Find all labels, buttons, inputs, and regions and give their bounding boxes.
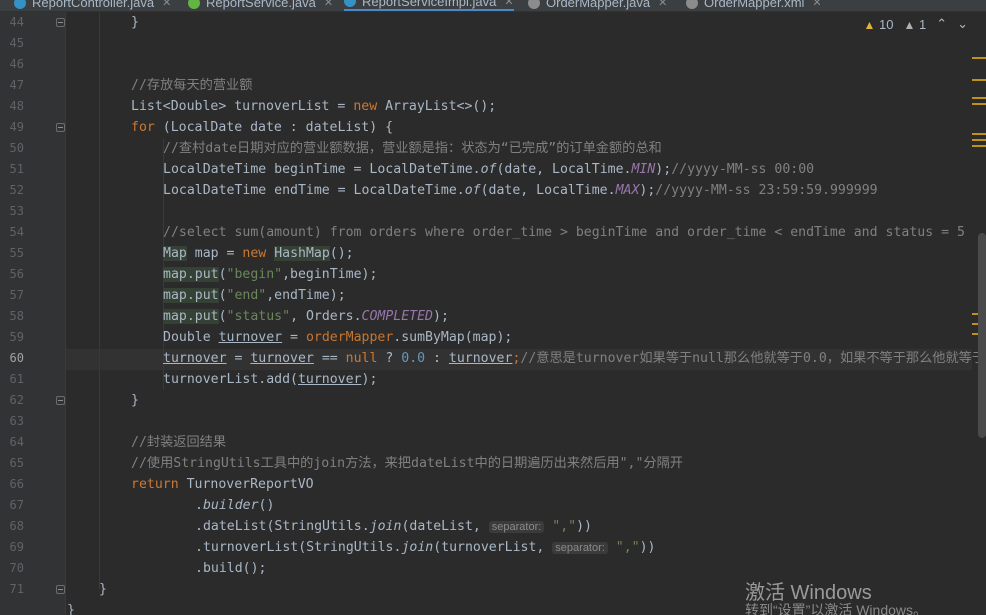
xml-file-icon	[686, 0, 698, 9]
line-number-gutter[interactable]: 44 45 46 47 48 49 50 51 52 53 54 55 56 5…	[0, 12, 66, 615]
tab-reportservice[interactable]: ReportService.java ✕	[188, 0, 333, 11]
line-number: 69	[9, 540, 24, 554]
warnings-indicator[interactable]: ▲ 10	[863, 17, 893, 32]
line-number: 48	[9, 99, 24, 113]
parameter-hint: separator:	[488, 521, 545, 533]
warning-stripe-marker[interactable]	[972, 139, 986, 141]
warning-stripe-marker[interactable]	[972, 145, 986, 147]
editor-tab-bar: ReportController.java ✕ ReportService.ja…	[0, 0, 986, 12]
line-number: 58	[9, 309, 24, 323]
line-number: 44	[9, 15, 24, 29]
tab-label: OrderMapper.xml	[704, 0, 805, 10]
code-line-67: .builder()	[195, 498, 275, 513]
code-line-47: //存放每天的营业额	[131, 78, 253, 93]
code-line-68: .dateList(StringUtils.join(dateList, sep…	[195, 519, 592, 534]
code-line-70: .build();	[195, 561, 267, 576]
line-number: 61	[9, 372, 24, 386]
line-number: 67	[9, 498, 24, 512]
java-interface-icon	[188, 0, 200, 9]
line-number: 54	[9, 225, 24, 239]
code-line-56: map.put("begin",beginTime);	[163, 267, 378, 282]
code-line-65: //使用StringUtils工具中的join方法，来把dateList中的日期…	[131, 456, 683, 471]
line-number: 71	[9, 582, 24, 596]
line-number: 63	[9, 414, 24, 428]
code-line-69: .turnoverList(StringUtils.join(turnoverL…	[195, 540, 656, 555]
vertical-scrollbar-thumb[interactable]	[978, 233, 986, 438]
tab-ordermapper-xml[interactable]: OrderMapper.xml ✕	[686, 0, 822, 11]
weak-warnings-indicator[interactable]: ▲ 1	[903, 17, 926, 32]
code-line-60: turnover = turnover == null ? 0.0 : turn…	[163, 351, 986, 366]
line-number: 50	[9, 141, 24, 155]
code-line-57: map.put("end",endTime);	[163, 288, 346, 303]
code-line-64: //封装返回结果	[131, 435, 227, 450]
java-interface-icon	[528, 0, 540, 9]
fold-marker-icon[interactable]	[56, 18, 65, 27]
close-icon[interactable]: ✕	[812, 0, 821, 9]
line-number: 45	[9, 36, 24, 50]
weak-warning-icon: ▲	[903, 17, 916, 32]
fold-marker-icon[interactable]	[56, 396, 65, 405]
line-number: 52	[9, 183, 24, 197]
line-number: 46	[9, 57, 24, 71]
warning-stripe-marker[interactable]	[972, 103, 986, 105]
code-line-62: }	[131, 393, 139, 408]
java-class-icon	[14, 0, 26, 9]
code-line-71: }	[99, 582, 107, 597]
line-number: 65	[9, 456, 24, 470]
chevron-up-icon[interactable]: ⌃	[936, 16, 947, 32]
tab-ordermapper-java[interactable]: OrderMapper.java ✕	[528, 0, 667, 11]
code-line-66: return TurnoverReportVO	[131, 477, 314, 492]
code-line-51: LocalDateTime beginTime = LocalDateTime.…	[163, 162, 815, 177]
chevron-down-icon[interactable]: ⌄	[957, 16, 968, 32]
code-line-61: turnoverList.add(turnover);	[163, 372, 378, 387]
close-icon[interactable]: ✕	[162, 0, 171, 9]
line-number: 68	[9, 519, 24, 533]
line-number: 51	[9, 162, 24, 176]
java-class-icon	[344, 0, 356, 7]
warning-stripe-marker[interactable]	[972, 133, 986, 135]
warning-stripe-marker[interactable]	[972, 79, 986, 81]
code-editor[interactable]: } //存放每天的营业额 List<Double> turnoverList =…	[66, 12, 986, 615]
line-number: 47	[9, 78, 24, 92]
code-line-48: List<Double> turnoverList = new ArrayLis…	[131, 99, 497, 114]
line-number: 66	[9, 477, 24, 491]
line-number: 56	[9, 267, 24, 281]
code-line-50: //查村date日期对应的营业额数据，营业额是指：状态为“已完成”的订单金额的总…	[163, 141, 662, 156]
line-number-current: 60	[9, 351, 24, 365]
code-line-72: }	[67, 603, 75, 615]
code-line-49: for (LocalDate date : dateList) {	[131, 120, 394, 135]
tab-reportserviceimpl[interactable]: ReportServiceImpl.java ✕	[344, 0, 514, 11]
tab-label: ReportController.java	[32, 0, 155, 10]
code-line-44: }	[131, 15, 139, 30]
code-line-58: map.put("status", Orders.COMPLETED);	[163, 309, 449, 324]
fold-marker-icon[interactable]	[56, 585, 65, 594]
warning-icon: ▲	[863, 17, 876, 32]
line-number: 49	[9, 120, 24, 134]
inspection-widget[interactable]: ▲ 10 ▲ 1 ⌃ ⌄	[863, 16, 968, 32]
line-number: 64	[9, 435, 24, 449]
tab-label: ReportService.java	[206, 0, 316, 10]
fold-marker-icon[interactable]	[56, 123, 65, 132]
close-icon[interactable]: ✕	[324, 0, 333, 9]
parameter-hint: separator:	[552, 542, 608, 554]
tab-label: ReportServiceImpl.java	[362, 0, 497, 9]
line-number: 70	[9, 561, 24, 575]
line-number: 62	[9, 393, 24, 407]
close-icon[interactable]: ✕	[658, 0, 667, 9]
code-line-52: LocalDateTime endTime = LocalDateTime.of…	[163, 183, 878, 198]
line-number: 59	[9, 330, 24, 344]
close-icon[interactable]: ✕	[504, 0, 513, 8]
warning-stripe-marker[interactable]	[972, 97, 986, 99]
line-number: 53	[9, 204, 24, 218]
code-line-59: Double turnover = orderMapper.sumByMap(m…	[163, 330, 513, 345]
tab-label: OrderMapper.java	[546, 0, 651, 10]
line-number: 57	[9, 288, 24, 302]
line-number: 55	[9, 246, 24, 260]
code-line-54: //select sum(amount) from orders where o…	[163, 225, 965, 240]
indent-guide	[99, 12, 100, 589]
activation-watermark-subtitle: 转到“设置”以激活 Windows。	[745, 602, 928, 615]
warning-stripe-marker[interactable]	[972, 57, 986, 59]
tab-reportcontroller[interactable]: ReportController.java ✕	[14, 0, 171, 11]
code-line-55: Map map = new HashMap();	[163, 246, 354, 261]
